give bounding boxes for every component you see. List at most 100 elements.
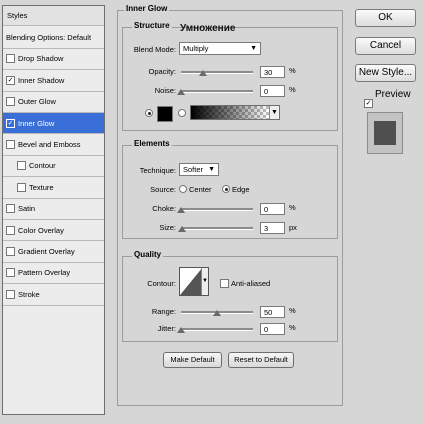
preview-checkbox[interactable]: ✓ — [364, 99, 373, 108]
reset-to-default-button[interactable]: Reset to Default — [228, 352, 294, 368]
style-item-label: Outer Glow — [18, 97, 56, 107]
size-unit: px — [289, 223, 297, 232]
size-slider-track[interactable] — [181, 227, 253, 230]
technique-label: Technique: — [139, 166, 176, 175]
chevron-down-icon: ▼ — [250, 45, 257, 52]
range-unit: % — [289, 306, 296, 315]
style-item-label: Satin — [18, 204, 36, 214]
style-checkbox[interactable]: ✓ — [6, 75, 15, 85]
chevron-down-icon: ▼ — [269, 106, 279, 119]
gradient-preview — [191, 106, 279, 119]
source-edge-label: Edge — [232, 185, 250, 194]
choke-field[interactable]: 0 — [260, 203, 285, 215]
range-label: Range: — [151, 307, 176, 316]
chevron-down-icon: ▼ — [208, 166, 215, 173]
preview-label: Preview — [375, 89, 411, 100]
opacity-slider-track[interactable] — [181, 71, 253, 74]
blend-mode-select[interactable]: Multiply ▼ — [179, 42, 261, 55]
opacity-label: Opacity: — [148, 67, 176, 76]
technique-select[interactable]: Softer ▼ — [179, 163, 219, 176]
range-field[interactable]: 50 — [260, 306, 285, 318]
choke-unit: % — [289, 203, 296, 212]
style-item-inner-shadow[interactable]: ✓ Inner Shadow — [3, 70, 104, 92]
glow-color-swatch[interactable] — [157, 106, 173, 122]
contour-picker[interactable]: ▼ — [179, 267, 209, 296]
source-center-radio[interactable] — [179, 185, 187, 193]
style-checkbox[interactable] — [6, 204, 15, 214]
noise-field[interactable]: 0 — [260, 85, 285, 97]
styles-header[interactable]: Styles — [3, 6, 104, 26]
gradient-radio[interactable] — [178, 109, 186, 117]
style-item-label: Inner Glow — [18, 118, 55, 128]
style-item-pattern-overlay[interactable]: Pattern Overlay — [3, 263, 104, 285]
style-item-label: Inner Shadow — [18, 75, 65, 85]
style-item-label: Pattern Overlay — [18, 268, 71, 278]
opacity-field[interactable]: 30 — [260, 66, 285, 78]
blend-mode-annotation: Умножение — [180, 23, 236, 34]
anti-aliased-checkbox[interactable] — [220, 279, 229, 288]
style-checkbox[interactable] — [6, 268, 15, 278]
cancel-button[interactable]: Cancel — [355, 37, 416, 55]
style-checkbox[interactable] — [6, 247, 15, 257]
choke-slider-track[interactable] — [181, 208, 253, 211]
contour-label: Contour: — [147, 279, 176, 288]
style-item-stroke[interactable]: Stroke — [3, 284, 104, 306]
inner-glow-title: Inner Glow — [124, 4, 170, 13]
size-slider-thumb[interactable] — [177, 226, 186, 232]
size-label: Size: — [159, 223, 176, 232]
style-checkbox[interactable] — [6, 140, 15, 150]
structure-title: Structure — [132, 21, 172, 30]
style-item-satin[interactable]: Satin — [3, 199, 104, 220]
size-field[interactable]: 3 — [260, 222, 285, 234]
style-item-texture[interactable]: Texture — [3, 177, 104, 199]
range-slider-thumb[interactable] — [213, 310, 221, 316]
style-item-color-overlay[interactable]: Color Overlay — [3, 220, 104, 242]
blend-mode-value: Multiply — [183, 44, 209, 53]
make-default-button[interactable]: Make Default — [163, 352, 222, 368]
style-item-bevel-and-emboss[interactable]: Bevel and Emboss — [3, 134, 104, 156]
jitter-slider-thumb[interactable] — [177, 327, 185, 333]
style-checkbox[interactable] — [6, 54, 15, 64]
noise-slider-thumb[interactable] — [177, 89, 185, 95]
anti-aliased-label: Anti-aliased — [231, 279, 271, 288]
style-item-drop-shadow[interactable]: Drop Shadow — [3, 49, 104, 71]
jitter-label: Jitter: — [157, 324, 176, 333]
source-edge-radio[interactable] — [222, 185, 230, 193]
style-item-label: Drop Shadow — [18, 54, 64, 64]
style-item-label: Blending Options: Default — [6, 33, 92, 43]
style-item-gradient-overlay[interactable]: Gradient Overlay — [3, 241, 104, 263]
jitter-field[interactable]: 0 — [260, 323, 285, 335]
opacity-slider-thumb[interactable] — [198, 70, 207, 76]
style-item-inner-glow[interactable]: ✓ Inner Glow — [3, 113, 104, 135]
style-item-label: Bevel and Emboss — [18, 140, 81, 150]
style-item-contour[interactable]: Contour — [3, 156, 104, 178]
styles-panel: Styles Blending Options: Default Drop Sha… — [2, 5, 105, 415]
choke-slider-thumb[interactable] — [177, 207, 185, 213]
style-item-label: Gradient Overlay — [18, 247, 75, 257]
style-checkbox[interactable] — [6, 225, 15, 235]
solid-color-radio[interactable] — [145, 109, 153, 117]
styles-header-label: Styles — [7, 11, 28, 20]
style-item-outer-glow[interactable]: Outer Glow — [3, 92, 104, 113]
jitter-slider-track[interactable] — [181, 328, 253, 331]
style-item-blending-options-default[interactable]: Blending Options: Default — [3, 27, 104, 49]
jitter-unit: % — [289, 323, 296, 332]
gradient-picker[interactable]: ▼ — [190, 105, 280, 120]
source-label: Source: — [150, 185, 176, 194]
style-checkbox[interactable] — [17, 161, 26, 171]
chevron-down-icon: ▼ — [201, 268, 208, 295]
style-checkbox[interactable]: ✓ — [6, 118, 15, 128]
noise-slider-track[interactable] — [181, 90, 253, 93]
new-style-button[interactable]: New Style... — [355, 64, 416, 82]
style-checkbox[interactable] — [6, 289, 15, 299]
noise-unit: % — [289, 85, 296, 94]
elements-title: Elements — [132, 139, 172, 148]
contour-icon — [180, 268, 202, 295]
style-checkbox[interactable] — [17, 182, 26, 192]
style-item-label: Stroke — [18, 289, 40, 299]
opacity-unit: % — [289, 66, 296, 75]
noise-label: Noise: — [154, 86, 176, 95]
ok-button[interactable]: OK — [355, 9, 416, 27]
technique-value: Softer — [183, 165, 204, 174]
style-checkbox[interactable] — [6, 97, 15, 107]
